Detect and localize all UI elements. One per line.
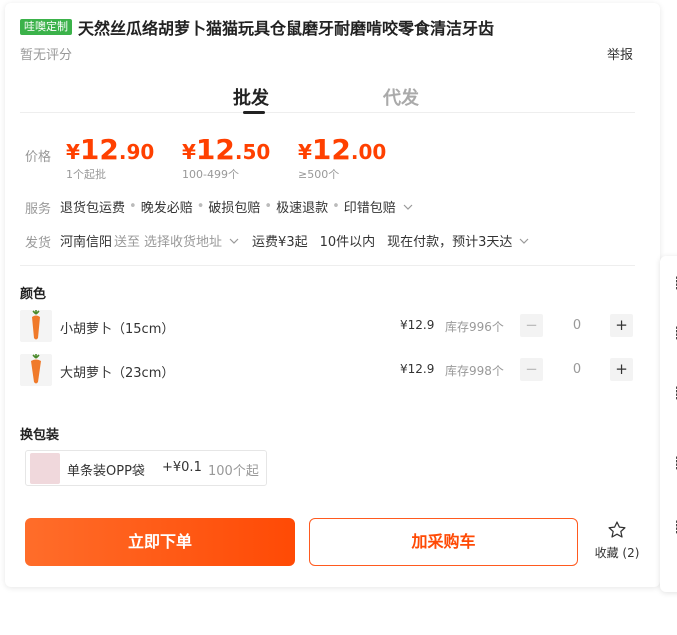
shipping-fee: 运费¥3起: [252, 235, 308, 250]
currency-symbol: ¥: [182, 140, 196, 164]
sku-row: 大胡萝卜（23cm） ¥12.9 库存998个 − 0 +: [20, 354, 635, 386]
currency-symbol: ¥: [298, 140, 312, 164]
sku-name: 小胡萝卜（15cm）: [60, 322, 175, 337]
side-panel-fragment: ┊: [673, 326, 677, 340]
price-tier-3-min: ≥500个: [298, 168, 340, 181]
side-panel[interactable]: ┊ ┊ ┊ ┊ ┊: [660, 256, 677, 592]
price-tier-3: ¥12.00: [298, 133, 386, 166]
quantity-input[interactable]: 0: [544, 318, 610, 333]
packaging-name: 单条装OPP袋: [67, 464, 145, 479]
quantity-input[interactable]: 0: [544, 362, 610, 377]
side-panel-fragment: ┊: [673, 456, 677, 470]
chevron-down-icon[interactable]: [518, 235, 530, 247]
price-integer: 12: [311, 133, 351, 166]
price-tier-2-min: 100-499个: [182, 168, 239, 181]
sku-price: ¥12.9: [400, 362, 435, 376]
shipping-qty: 10件以内: [319, 235, 376, 250]
decrement-button[interactable]: −: [520, 358, 543, 381]
currency-symbol: ¥: [66, 140, 80, 164]
order-now-button[interactable]: 立即下单: [25, 518, 295, 566]
divider: [20, 265, 635, 266]
carrot-image: [32, 310, 40, 340]
side-panel-fragment: ┊: [673, 386, 677, 400]
price-decimal: .00: [350, 140, 387, 164]
sku-row: 小胡萝卜（15cm） ¥12.9 库存996个 − 0 +: [20, 310, 635, 342]
chevron-down-icon[interactable]: [228, 235, 240, 247]
ship-to-text: 送至: [114, 235, 141, 250]
decrement-button[interactable]: −: [520, 314, 543, 337]
product-thumbnail[interactable]: [20, 354, 52, 386]
rating-text: 暂无评分: [20, 48, 73, 63]
tab-wholesale[interactable]: 批发: [233, 84, 269, 110]
service-item: 印错包赔: [343, 201, 396, 216]
favorite-button[interactable]: 收藏 (2): [590, 520, 644, 564]
carrot-image: [31, 354, 41, 384]
price-decimal: .50: [234, 140, 271, 164]
side-panel-fragment: ┊: [673, 520, 677, 534]
service-item: 退货包运费: [60, 201, 126, 216]
separator-dot: •: [332, 199, 340, 214]
separator-dot: •: [196, 199, 205, 214]
service-item: 晚发必赔: [140, 201, 193, 216]
color-section-title: 颜色: [20, 287, 47, 302]
separator-dot: •: [264, 199, 273, 214]
price-tier-2: ¥12.50: [182, 133, 270, 166]
increment-button[interactable]: +: [610, 358, 633, 381]
packaging-price: +¥0.1: [162, 460, 202, 475]
brand-tag: 哇噢定制: [20, 19, 72, 35]
price-tier-1: ¥12.90: [66, 133, 154, 166]
price-decimal: .90: [118, 140, 155, 164]
add-to-cart-button[interactable]: 加采购车: [309, 518, 578, 566]
service-list[interactable]: 退货包运费 • 晚发必赔 • 破损包赔 • 极速退款 • 印错包赔: [60, 197, 414, 216]
increment-button[interactable]: +: [610, 314, 633, 337]
ship-origin: 河南信阳: [60, 235, 113, 250]
tab-dropship[interactable]: 代发: [383, 84, 419, 110]
packaging-thumbnail: [30, 453, 60, 484]
address-selector[interactable]: 选择收货地址: [144, 231, 222, 250]
price-tier-1-min: 1个起批: [66, 168, 106, 181]
service-label: 服务: [25, 202, 52, 217]
shipping-row: 河南信阳 送至 选择收货地址 运费¥3起 10件以内 现在付款，预计3天达: [60, 231, 530, 250]
favorite-label: 收藏 (2): [594, 546, 640, 560]
sku-name: 大胡萝卜（23cm）: [60, 366, 175, 381]
title-row: 哇噢定制 天然丝瓜络胡萝卜猫猫玩具仓鼠磨牙耐磨啃咬零食清洁牙齿: [20, 15, 494, 39]
product-thumbnail[interactable]: [20, 310, 52, 342]
shipping-eta: 现在付款，预计3天达: [387, 235, 513, 250]
packaging-option[interactable]: 单条装OPP袋 +¥0.1 100个起: [25, 450, 267, 486]
sku-stock: 库存996个: [445, 320, 504, 334]
price-integer: 12: [195, 133, 235, 166]
service-item: 极速退款: [276, 201, 329, 216]
star-icon: [608, 521, 626, 538]
tab-bar: 批发 代发: [20, 84, 635, 114]
tab-underline: [243, 111, 265, 114]
product-title: 天然丝瓜络胡萝卜猫猫玩具仓鼠磨牙耐磨啃咬零食清洁牙齿: [78, 19, 495, 38]
shipping-label: 发货: [25, 236, 52, 251]
sku-stock: 库存998个: [445, 364, 504, 378]
packaging-min: 100个起: [208, 464, 259, 479]
packaging-section-title: 换包装: [20, 428, 60, 443]
sku-price: ¥12.9: [400, 318, 435, 332]
service-item: 破损包赔: [208, 201, 261, 216]
report-link[interactable]: 举报: [607, 44, 633, 63]
chevron-down-icon[interactable]: [402, 201, 414, 213]
price-label: 价格: [25, 150, 52, 165]
separator-dot: •: [129, 199, 137, 214]
side-panel-fragment: ┊: [673, 276, 677, 290]
price-integer: 12: [79, 133, 119, 166]
